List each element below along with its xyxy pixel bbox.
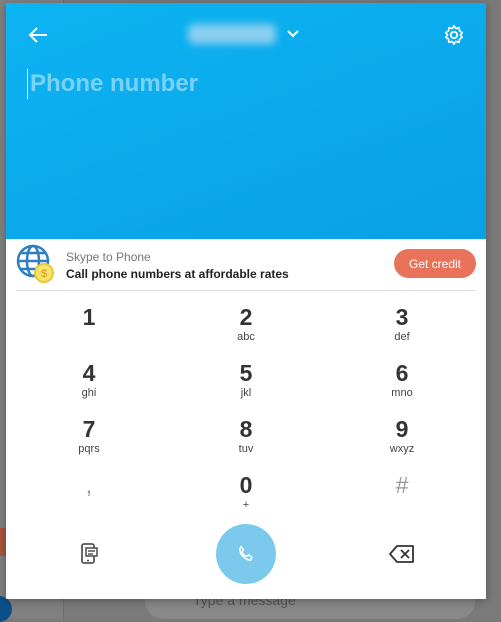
key-letters: jkl	[240, 387, 252, 399]
key-letters: mno	[391, 387, 413, 399]
key-digit: ,	[85, 472, 93, 498]
gear-icon[interactable]	[443, 24, 465, 46]
key-digit: 2	[239, 304, 253, 330]
key-digit: 5	[239, 360, 253, 386]
key-letters: +	[242, 499, 250, 511]
key-4[interactable]: 4 ghi	[49, 360, 129, 410]
call-button[interactable]	[216, 524, 276, 584]
key-digit: 6	[395, 360, 409, 386]
key-0[interactable]: 0 +	[206, 472, 286, 522]
key-digit: 4	[82, 360, 96, 386]
phone-number-input[interactable]	[27, 69, 447, 99]
dial-header	[6, 3, 486, 239]
key-digit: #	[395, 472, 409, 498]
key-comma[interactable]: ,	[49, 472, 129, 522]
svg-text:$: $	[41, 268, 47, 280]
country-selector[interactable]	[188, 24, 300, 44]
dial-pad-dialog: $ Skype to Phone Call phone numbers at a…	[6, 3, 486, 599]
key-letters: abc	[237, 331, 255, 343]
skype-to-phone-banner: $ Skype to Phone Call phone numbers at a…	[16, 239, 476, 291]
key-hash[interactable]: #	[362, 472, 442, 522]
key-letters: wxyz	[389, 443, 415, 455]
key-9[interactable]: 9 wxyz	[362, 416, 442, 466]
arrow-left-icon[interactable]	[26, 23, 50, 47]
key-digit: 8	[239, 416, 253, 442]
key-7[interactable]: 7 pqrs	[49, 416, 129, 466]
key-digit: 9	[395, 416, 409, 442]
key-digit: 7	[82, 416, 96, 442]
key-1[interactable]: 1	[49, 304, 129, 354]
country-name-blurred	[188, 24, 276, 44]
key-letters: tuv	[238, 443, 254, 455]
get-credit-button[interactable]: Get credit	[394, 249, 476, 278]
sms-icon[interactable]	[80, 542, 100, 566]
phone-icon	[239, 545, 253, 561]
key-digit: 3	[395, 304, 409, 330]
key-2[interactable]: 2 abc	[206, 304, 286, 354]
globe-coin-icon: $	[16, 244, 54, 283]
key-6[interactable]: 6 mno	[362, 360, 442, 410]
key-5[interactable]: 5 jkl	[206, 360, 286, 410]
promo-title: Skype to Phone	[66, 250, 151, 264]
key-digit: 1	[82, 304, 96, 330]
key-letters: ghi	[81, 387, 97, 399]
key-letters: def	[394, 331, 410, 343]
chevron-down-icon	[287, 30, 299, 38]
promo-subtitle: Call phone numbers at affordable rates	[66, 267, 289, 281]
key-digit: 0	[239, 472, 253, 498]
key-letters: pqrs	[78, 443, 100, 455]
backspace-icon[interactable]	[389, 544, 415, 564]
key-8[interactable]: 8 tuv	[206, 416, 286, 466]
key-3[interactable]: 3 def	[362, 304, 442, 354]
